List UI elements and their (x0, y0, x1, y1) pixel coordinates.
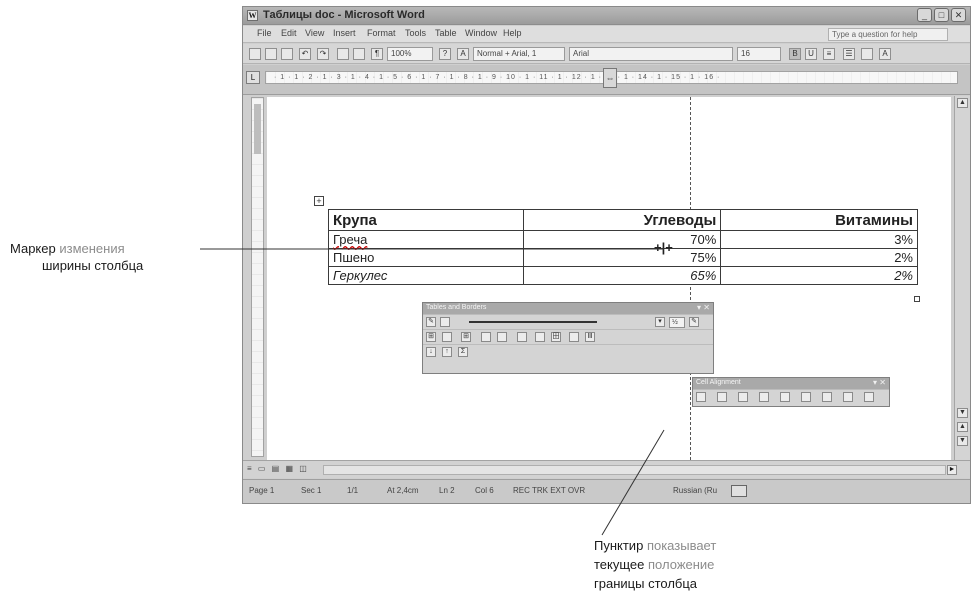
callout-text: текущее (594, 557, 645, 572)
callout-dashed-guide: Пунктир показывает (594, 537, 716, 554)
callout-text: столбца (648, 576, 698, 591)
callout-text: Пунктир (594, 538, 644, 553)
callout-text-highlight: положение (648, 557, 715, 572)
callout-text-highlight: показывает (646, 538, 717, 553)
callout-dashed-guide-line2: текущее положение (594, 556, 714, 573)
callout-text: границы (594, 576, 645, 591)
callout-dashed-guide-line3: границы столбца (594, 575, 697, 592)
leader-line-guide (601, 429, 665, 536)
callout-leader-lines (200, 248, 665, 536)
